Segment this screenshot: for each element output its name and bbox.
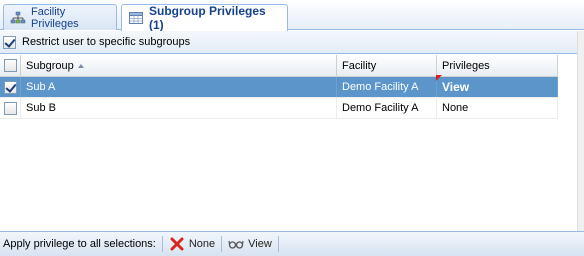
red-x-icon	[169, 236, 185, 252]
tab-facility-privileges[interactable]: Facility Privileges	[3, 4, 117, 30]
apply-view-button[interactable]: View	[228, 236, 272, 252]
grid-icon	[128, 10, 144, 26]
toolbar-separator	[221, 236, 223, 252]
tab-label: Subgroup Privileges (1)	[149, 4, 266, 32]
select-all-cell	[0, 55, 21, 76]
facility-cell: Demo Facility A	[337, 77, 437, 97]
table-row[interactable]: Sub A Demo Facility A View	[0, 75, 558, 98]
row-select-cell	[0, 98, 21, 118]
hierarchy-icon	[10, 10, 26, 26]
vertical-scrollbar[interactable]	[577, 31, 584, 231]
none-label: None	[188, 238, 216, 250]
glasses-icon	[228, 236, 244, 252]
modified-marker-icon	[436, 75, 442, 81]
tab-strip: Facility Privileges Subgroup Privileges …	[0, 0, 584, 32]
column-label: Privileges	[442, 59, 490, 72]
table-row[interactable]: Sub B Demo Facility A None	[0, 98, 558, 119]
row-select-cell	[0, 77, 21, 97]
row-checkbox[interactable]	[4, 80, 17, 94]
column-header-facility[interactable]: Facility	[337, 55, 437, 76]
column-header-subgroup[interactable]: Subgroup	[21, 55, 337, 76]
apply-none-button[interactable]: None	[169, 236, 215, 252]
view-label: View	[248, 238, 272, 250]
grid-header: Subgroup Facility Privileges	[0, 55, 558, 77]
column-label: Facility	[342, 59, 377, 72]
subgroup-cell: Sub A	[21, 77, 337, 97]
bottom-toolbar: Apply privilege to all selections: None …	[0, 231, 584, 256]
restrict-label: Restrict user to specific subgroups	[22, 36, 191, 48]
apply-label: Apply privilege to all selections:	[3, 238, 156, 250]
restrict-checkbox[interactable]	[3, 35, 16, 49]
privileges-cell[interactable]: View	[436, 75, 558, 97]
privilege-text: View	[442, 80, 470, 94]
row-checkbox[interactable]	[4, 101, 17, 115]
column-header-privileges[interactable]: Privileges	[437, 55, 558, 76]
toolbar-separator	[161, 236, 163, 252]
subgroup-cell: Sub B	[21, 98, 337, 118]
privileges-cell[interactable]: None	[437, 98, 558, 118]
subgroup-grid: Subgroup Facility Privileges Sub A Demo …	[0, 55, 558, 119]
restrict-bar: Restrict user to specific subgroups	[0, 31, 584, 54]
tab-subgroup-privileges[interactable]: Subgroup Privileges (1)	[121, 4, 288, 32]
sort-ascending-icon	[77, 63, 84, 68]
facility-cell: Demo Facility A	[337, 98, 437, 118]
privilege-value: View	[436, 75, 470, 94]
select-all-checkbox[interactable]	[4, 59, 17, 72]
tab-label: Facility Privileges	[31, 5, 79, 30]
toolbar-separator	[277, 236, 279, 252]
column-label: Subgroup	[26, 59, 74, 72]
